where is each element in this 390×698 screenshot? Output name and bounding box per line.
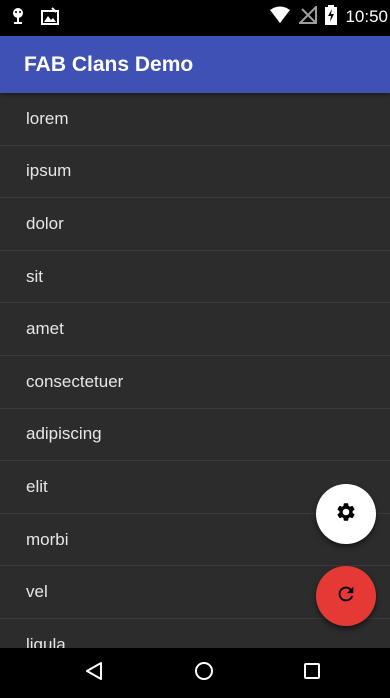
list-item-label: dolor: [26, 213, 64, 233]
list-item-label: consectetuer: [26, 371, 124, 391]
no-signal-icon: [298, 4, 318, 29]
list-item-label: ligula: [26, 634, 66, 648]
settings-fab-button[interactable]: [316, 484, 376, 544]
list-item-label: vel: [26, 582, 48, 602]
list-item[interactable]: amet: [0, 303, 390, 356]
list-item-label: adipiscing: [26, 424, 102, 444]
list-item[interactable]: adipiscing: [0, 409, 390, 462]
system-nav-bar: [0, 648, 390, 698]
recents-button[interactable]: [297, 658, 327, 688]
refresh-fab-button[interactable]: [316, 566, 376, 626]
status-left: [10, 6, 60, 31]
list-item-label: sit: [26, 266, 43, 286]
recents-icon: [301, 660, 323, 687]
wifi-icon: [269, 6, 291, 29]
app-bar: FAB Clans Demo: [0, 36, 390, 93]
status-right: 10:50: [269, 4, 388, 30]
home-icon: [193, 660, 215, 687]
back-button[interactable]: [79, 658, 109, 688]
app-title: FAB Clans Demo: [24, 53, 194, 76]
item-list[interactable]: lorem ipsum dolor sit amet consectetuer …: [0, 93, 390, 648]
battery-charging-icon: [325, 4, 338, 30]
list-item-label: elit: [26, 476, 48, 496]
list-item[interactable]: dolor: [0, 198, 390, 251]
status-time: 10:50: [345, 7, 388, 26]
android-debug-icon: [10, 6, 26, 31]
photo-notification-icon: [40, 6, 60, 31]
gear-icon: [335, 501, 357, 528]
list-item-label: amet: [26, 319, 64, 339]
list-item-label: ipsum: [26, 161, 72, 181]
list-item[interactable]: lorem: [0, 93, 390, 146]
app-screen: 10:50 FAB Clans Demo lorem ipsum dolor s…: [0, 0, 390, 698]
status-bar: 10:50: [0, 0, 390, 36]
refresh-icon: [335, 583, 357, 610]
list-item-label: morbi: [26, 529, 69, 549]
list-item[interactable]: ipsum: [0, 146, 390, 199]
list-item[interactable]: ligula: [0, 619, 390, 648]
list-item-label: lorem: [26, 108, 69, 128]
home-button[interactable]: [189, 658, 219, 688]
list-item[interactable]: consectetuer: [0, 356, 390, 409]
list-item[interactable]: sit: [0, 251, 390, 304]
back-icon: [83, 660, 105, 687]
